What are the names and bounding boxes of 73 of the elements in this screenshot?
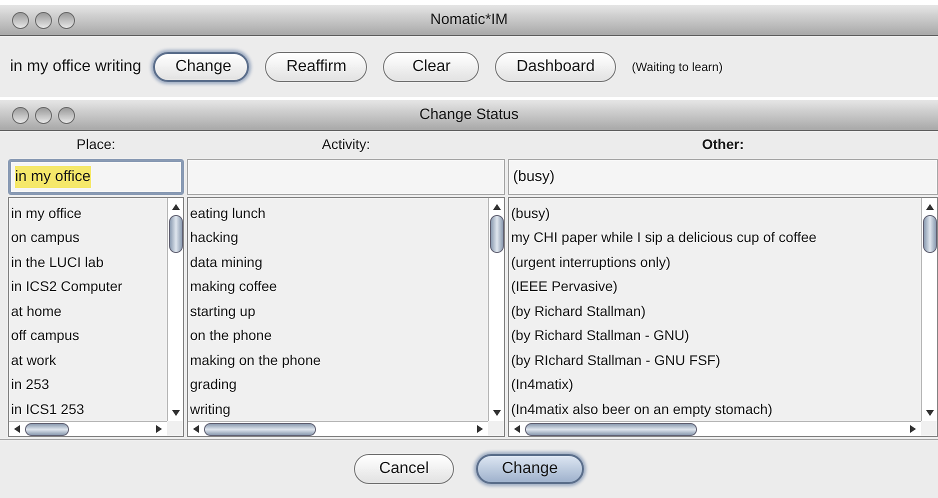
window-control-button[interactable]: [12, 12, 29, 28]
vertical-scrollbar[interactable]: [921, 198, 937, 421]
list-item[interactable]: (In4matix): [509, 372, 921, 396]
input-field[interactable]: (busy): [508, 159, 938, 195]
scroll-up-arrow-icon[interactable]: [170, 203, 180, 211]
input-field[interactable]: in my office: [8, 159, 184, 195]
scroll-down-arrow-icon[interactable]: [170, 409, 180, 417]
list-item[interactable]: my CHI paper while I sip a delicious cup of coffee: [509, 225, 921, 250]
scroll-up-arrow-icon[interactable]: [492, 203, 502, 211]
horizontal-scrollbar[interactable]: [509, 421, 921, 436]
vertical-scrollbar[interactable]: [488, 198, 504, 421]
list-item[interactable]: eating lunch: [188, 201, 488, 226]
scroll-left-arrow-icon[interactable]: [513, 424, 521, 434]
scroll-up-arrow-icon[interactable]: [924, 203, 934, 211]
horizontal-scrollbar[interactable]: [9, 421, 167, 436]
window-control-button[interactable]: [12, 106, 29, 124]
scrollbar-thumb[interactable]: [525, 422, 697, 436]
scrollbar-thumb[interactable]: [168, 215, 182, 253]
scrollbar-thumb[interactable]: [922, 215, 936, 253]
list-item[interactable]: (by Richard Stallman - GNU): [509, 323, 921, 348]
button[interactable]: Dashboard: [495, 52, 616, 82]
vertical-scrollbar[interactable]: [167, 198, 183, 421]
status-note: (Waiting to learn): [632, 58, 723, 76]
window-title: Change Status: [419, 106, 519, 123]
scroll-down-arrow-icon[interactable]: [492, 409, 502, 417]
list-item[interactable]: making coffee: [188, 274, 488, 299]
scroll-right-arrow-icon[interactable]: [155, 424, 163, 434]
button[interactable]: Change: [476, 454, 584, 484]
window-control-button[interactable]: [58, 12, 75, 28]
list-item[interactable]: (IEEE Pervasive): [509, 274, 921, 299]
list-item[interactable]: data mining: [188, 250, 488, 274]
scroll-down-arrow-icon[interactable]: [924, 409, 934, 417]
scrollbar-thumb[interactable]: [204, 422, 316, 436]
scroll-right-arrow-icon[interactable]: [909, 424, 917, 434]
list-item[interactable]: in ICS1 253: [9, 396, 167, 421]
list-item[interactable]: making on the phone: [188, 348, 488, 372]
window-control-button[interactable]: [58, 106, 75, 124]
list-item[interactable]: (urgent interruptions only): [509, 250, 921, 274]
list-item[interactable]: in my office: [9, 201, 167, 226]
column-header: Place:: [76, 134, 116, 154]
column-header: Other:: [702, 134, 744, 154]
list-item[interactable]: off campus: [9, 323, 167, 348]
list-item[interactable]: (by Richard Stallman): [509, 298, 921, 324]
status-text: in my office writing: [10, 56, 142, 76]
list-item[interactable]: in 253: [9, 372, 167, 396]
list-item[interactable]: grading: [188, 372, 488, 396]
button[interactable]: Clear: [383, 52, 480, 82]
scrollbar-thumb[interactable]: [490, 215, 504, 253]
scroll-left-arrow-icon[interactable]: [192, 424, 200, 434]
button[interactable]: Cancel: [354, 454, 454, 484]
column-header: Activity:: [322, 134, 370, 154]
window-title: Nomatic*IM: [430, 10, 508, 28]
scrollbar-thumb[interactable]: [25, 422, 69, 436]
list-item[interactable]: (by RIchard Stallman - GNU FSF): [509, 348, 921, 372]
input-field[interactable]: [187, 159, 505, 195]
list-item[interactable]: at home: [9, 298, 167, 324]
list-item[interactable]: on campus: [9, 225, 167, 250]
list-item[interactable]: in ICS2 Computer: [9, 274, 167, 299]
list-item[interactable]: (busy): [509, 201, 921, 226]
scroll-left-arrow-icon[interactable]: [13, 424, 21, 434]
list-item[interactable]: in the LUCI lab: [9, 250, 167, 274]
window-control-button[interactable]: [35, 106, 52, 124]
scroll-right-arrow-icon[interactable]: [476, 424, 484, 434]
horizontal-scrollbar[interactable]: [188, 421, 488, 436]
list-item[interactable]: starting up: [188, 298, 488, 324]
list-item[interactable]: at work: [9, 348, 167, 372]
button[interactable]: Reaffirm: [265, 52, 368, 82]
button[interactable]: Change: [153, 52, 250, 82]
list-item[interactable]: hacking: [188, 225, 488, 250]
list-item[interactable]: (In4matix also beer on an empty stomach): [509, 396, 921, 421]
list-item[interactable]: writing: [188, 396, 488, 421]
list-item[interactable]: on the phone: [188, 323, 488, 348]
window-control-button[interactable]: [35, 12, 52, 28]
